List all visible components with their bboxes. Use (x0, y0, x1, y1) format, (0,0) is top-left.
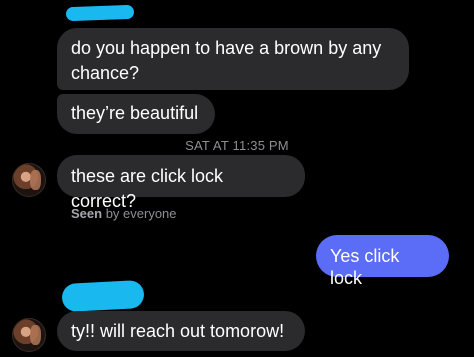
user-avatar[interactable] (12, 163, 46, 197)
seen-audience: by everyone (102, 206, 177, 221)
redaction-mark-bottom (61, 279, 145, 313)
message-text-line-1: do you happen to have a brown by any (71, 38, 382, 58)
incoming-message-1[interactable]: do you happen to have a brown by any cha… (57, 28, 409, 90)
seen-label: Seen (71, 206, 103, 221)
outgoing-message[interactable]: Yes click lock (316, 235, 449, 288)
redaction-mark-top (65, 4, 135, 22)
message-text: ty!! will reach out tomorow! (71, 321, 285, 341)
seen-receipt: Seen by everyone (71, 206, 177, 221)
incoming-message-2[interactable]: they’re beautiful (57, 94, 215, 134)
message-text-line-2: chance? (71, 63, 140, 83)
incoming-message-3[interactable]: these are click lock correct? (57, 155, 305, 211)
message-text: these are click lock correct? (71, 166, 224, 211)
message-timestamp: SAT AT 11:35 PM (185, 138, 289, 153)
message-text: they’re beautiful (71, 103, 199, 123)
incoming-message-5[interactable]: ty!! will reach out tomorow! (57, 311, 305, 351)
message-text: Yes click lock (330, 246, 400, 288)
user-avatar[interactable] (12, 318, 46, 352)
